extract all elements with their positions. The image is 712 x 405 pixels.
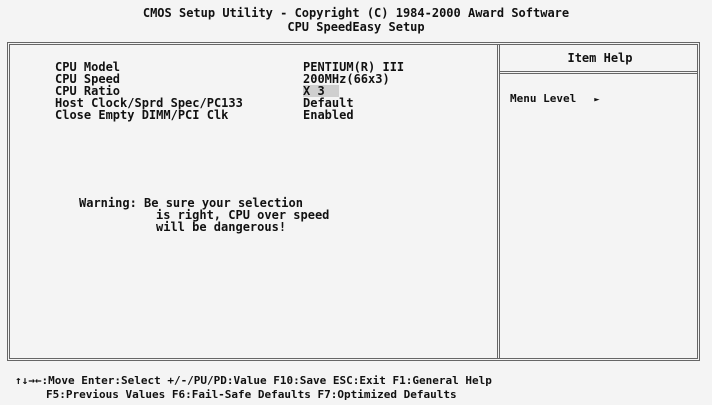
footer-line-1: ↑↓→←:Move Enter:Select +/-/PU/PD:Value F… <box>15 374 492 387</box>
help-separator <box>500 71 697 74</box>
main-frame: Item Help Menu Level ► CPU Model PENTIUM(… <box>7 42 700 361</box>
menu-level-label: Menu Level <box>510 92 577 105</box>
menu-level: Menu Level ► <box>510 92 600 105</box>
setting-value: Enabled <box>303 108 354 122</box>
setting-label: Close Empty DIMM/PCI Clk <box>55 108 229 122</box>
bios-screen: CMOS Setup Utility - Copyright (C) 1984-… <box>0 0 712 405</box>
arrow-right-icon: ► <box>594 95 600 105</box>
footer-line-2: F5:Previous Values F6:Fail-Safe Defaults… <box>46 388 457 401</box>
page-title: CPU SpeedEasy Setup <box>287 20 425 34</box>
header-title: CMOS Setup Utility - Copyright (C) 1984-… <box>142 6 570 20</box>
panel-divider <box>497 45 500 358</box>
item-help-title: Item Help <box>567 51 633 65</box>
warning-line-3: will be dangerous! <box>156 220 287 234</box>
header: CMOS Setup Utility - Copyright (C) 1984-… <box>0 0 712 42</box>
